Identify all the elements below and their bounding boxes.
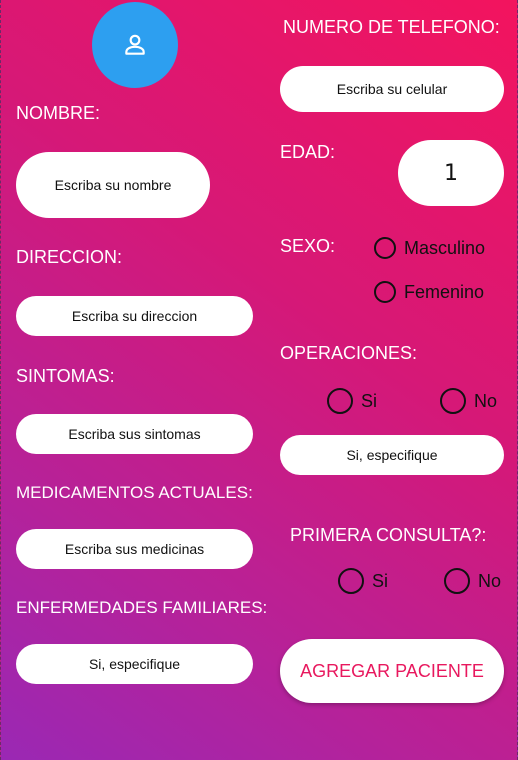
radio-circle[interactable]	[374, 281, 396, 303]
telefono-label: NUMERO DE TELEFONO:	[283, 17, 500, 37]
medicamentos-input[interactable]: Escriba sus medicinas	[16, 529, 253, 569]
agregar-paciente-button[interactable]: AGREGAR PACIENTE	[280, 639, 504, 703]
telefono-input[interactable]: Escriba su celular	[280, 66, 504, 112]
edad-label: EDAD:	[280, 142, 336, 162]
radio-circle[interactable]	[440, 388, 466, 414]
nombre-input[interactable]: Escriba su nombre	[16, 152, 210, 218]
direccion-input[interactable]: Escriba su direccion	[16, 296, 253, 336]
radio-masculino-label: Masculino	[404, 237, 486, 258]
radio-femenino-label: Femenino	[404, 281, 485, 302]
operaciones-label: OPERACIONES:	[280, 343, 418, 363]
operaciones-input[interactable]: Si, especifique	[280, 435, 504, 475]
avatar[interactable]	[92, 2, 178, 88]
sintomas-label: SINTOMAS:	[16, 366, 115, 386]
sintomas-input[interactable]: Escriba sus sintomas	[16, 414, 253, 454]
radio-femenino[interactable]: Femenino	[374, 281, 484, 303]
radio-primera-si-label: Si	[372, 570, 389, 591]
radio-circle[interactable]	[374, 237, 396, 259]
radio-operaciones-si-label: Si	[361, 390, 378, 411]
radio-circle[interactable]	[338, 568, 364, 594]
sexo-label: SEXO:	[280, 236, 336, 256]
radio-circle[interactable]	[327, 388, 353, 414]
enfermedades-input[interactable]: Si, especifique	[16, 644, 253, 684]
direccion-label: DIRECCION:	[16, 247, 123, 267]
edad-input[interactable]: 1	[398, 140, 504, 206]
nombre-label: NOMBRE:	[16, 103, 101, 123]
radio-masculino[interactable]: Masculino	[374, 237, 485, 259]
radio-primera-no[interactable]: No	[444, 568, 501, 594]
patient-form-screen: NOMBRE: Escriba su nombre DIRECCION: Esc…	[0, 0, 518, 760]
radio-primera-si[interactable]: Si	[338, 568, 388, 594]
primera-consulta-label: PRIMERA CONSULTA?:	[290, 525, 487, 545]
radio-circle[interactable]	[444, 568, 470, 594]
enfermedades-label: ENFERMEDADES FAMILIARES:	[16, 598, 268, 617]
medicamentos-label: MEDICAMENTOS ACTUALES:	[16, 483, 253, 502]
radio-primera-no-label: No	[478, 570, 502, 591]
person-icon	[125, 34, 145, 55]
radio-operaciones-no[interactable]: No	[440, 388, 497, 414]
radio-operaciones-no-label: No	[474, 390, 498, 411]
radio-operaciones-si[interactable]: Si	[327, 388, 377, 414]
